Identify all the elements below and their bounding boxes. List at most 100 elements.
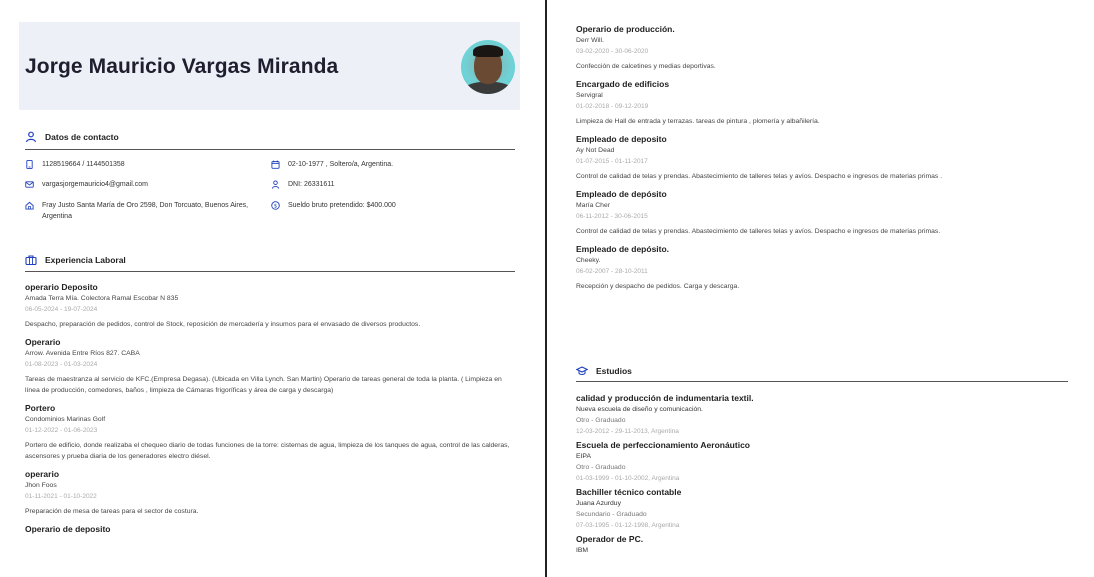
experience-section-title: Experiencia Laboral [25, 254, 126, 266]
job-title: operario [25, 469, 60, 479]
job-dates: 01-07-2015 - 01-11-2017 [576, 158, 648, 165]
study-level: Secundario - Graduado [576, 511, 647, 518]
study-school: Juana Azurduy [576, 500, 621, 507]
job-company: Condominios Marinas Golf [25, 416, 106, 423]
study-school: EIPA [576, 453, 591, 460]
experience-item: Encargado de edificios Servigral 01-02-2… [576, 78, 1076, 127]
resume-header: Jorge Mauricio Vargas Miranda [19, 22, 520, 110]
job-dates: 01-11-2021 - 01-10-2022 [25, 493, 97, 500]
birth-text: 02-10-1977 , Soltero/a, Argentina. [288, 161, 394, 168]
graduation-cap-icon [576, 366, 588, 375]
job-dates: 01-12-2022 - 01-06-2023 [25, 427, 98, 434]
contact-section-title: Datos de contacto [25, 131, 119, 143]
contact-email: vargasjorgemauricio4@gmail.com [25, 179, 255, 190]
experience-item: Operario de deposito [25, 523, 510, 535]
address-text: Fray Justo Santa María de Oro 2598, Don … [42, 202, 249, 220]
contact-dni: DNI: 26331611 [271, 179, 511, 190]
job-title: Empleado de deposito [576, 134, 667, 144]
job-dates: 06-11-2012 - 30-06-2015 [576, 213, 648, 220]
job-description: Control de calidad de telas y prendas. A… [576, 228, 941, 235]
salary-text: Sueldo bruto pretendido: $400.000 [288, 202, 396, 209]
person-icon [271, 180, 280, 189]
experience-list-left: operario Deposito Amada Terra Mía. Colec… [25, 281, 510, 541]
job-title: Empleado de depósito [576, 189, 667, 199]
money-icon: $ [271, 201, 280, 210]
education-item: calidad y producción de indumentaria tex… [576, 392, 1076, 437]
section-divider [25, 271, 515, 272]
home-icon [25, 201, 34, 210]
experience-item: operario Deposito Amada Terra Mía. Colec… [25, 281, 510, 330]
experience-list-right: Operario de producción. Derr Will. 03-02… [576, 23, 1076, 298]
job-description: Confección de calcetines y medias deport… [576, 63, 716, 70]
contact-birth: 02-10-1977 , Soltero/a, Argentina. [271, 159, 511, 170]
study-dates: 07-03-1995 - 01-12-1998, Argentina [576, 522, 680, 529]
resume-page-left: Jorge Mauricio Vargas Miranda Datos de c… [0, 0, 545, 577]
job-title: Empleado de depósito. [576, 244, 670, 254]
job-description: Limpieza de Hall de entrada y terrazas. … [576, 118, 820, 125]
briefcase-icon [25, 255, 37, 266]
job-dates: 06-02-2007 - 28-10-2011 [576, 268, 648, 275]
experience-item: operario Jhon Foos 01-11-2021 - 01-10-20… [25, 468, 510, 517]
calendar-icon [271, 160, 280, 169]
mail-icon [25, 181, 34, 188]
study-level: Otro - Graduado [576, 417, 626, 424]
section-divider [576, 381, 1068, 382]
study-title: Bachiller técnico contable [576, 487, 682, 497]
experience-item: Operario de producción. Derr Will. 03-02… [576, 23, 1076, 72]
study-dates: 12-03-2012 - 29-11-2013, Argentina [576, 428, 679, 435]
job-company: Amada Terra Mía. Colectora Ramal Escobar… [25, 295, 179, 302]
svg-text:$: $ [274, 203, 277, 209]
resume-page-right: Operario de producción. Derr Will. 03-02… [547, 0, 1094, 577]
education-item: Bachiller técnico contable Juana Azurduy… [576, 486, 1076, 531]
experience-title-label: Experiencia Laboral [45, 255, 126, 265]
education-item: Escuela de perfeccionamiento Aeronáutico… [576, 439, 1076, 484]
job-company: María Cher [576, 202, 610, 209]
education-list: calidad y producción de indumentaria tex… [576, 392, 1076, 558]
experience-item: Empleado de depósito María Cher 06-11-20… [576, 188, 1076, 237]
job-title: Operario de producción. [576, 24, 675, 34]
job-title: Portero [25, 403, 56, 413]
job-title: Operario [25, 337, 61, 347]
dni-text: DNI: 26331611 [288, 181, 335, 188]
study-dates: 01-03-1999 - 01-10-2002, Argentina [576, 475, 680, 482]
job-company: Servigral [576, 92, 603, 99]
job-title: operario Deposito [25, 282, 98, 292]
job-description: Preparación de mesa de tareas para el se… [25, 508, 199, 515]
job-company: Arrow. Avenida Entre Ríos 827. CABA [25, 350, 140, 357]
email-text: vargasjorgemauricio4@gmail.com [42, 181, 148, 188]
study-title: calidad y producción de indumentaria tex… [576, 393, 754, 403]
phone-text: 1128519664 / 1144501358 [42, 161, 125, 168]
job-company: Ay Not Dead [576, 147, 615, 154]
job-description: Tareas de maestranza al servicio de KFC.… [25, 376, 502, 394]
job-title: Operario de deposito [25, 524, 111, 534]
experience-item: Portero Condominios Marinas Golf 01-12-2… [25, 402, 510, 462]
job-company: Jhon Foos [25, 482, 57, 489]
contact-phone: 1128519664 / 1144501358 [25, 159, 255, 170]
education-item: Operador de PC. IBM [576, 533, 1076, 556]
study-title: Escuela de perfeccionamiento Aeronáutico [576, 440, 750, 450]
job-title: Encargado de edificios [576, 79, 670, 89]
experience-item: Operario Arrow. Avenida Entre Ríos 827. … [25, 336, 510, 396]
job-company: Cheeky. [576, 257, 601, 264]
education-section-title: Estudios [576, 365, 632, 377]
job-dates: 01-08-2023 - 01-03-2024 [25, 361, 98, 368]
job-dates: 06-05-2024 - 19-07-2024 [25, 306, 98, 313]
section-divider [25, 149, 515, 150]
job-description: Portero de edificio, donde realizaba el … [25, 442, 510, 460]
job-description: Despacho, preparación de pedidos, contro… [25, 321, 421, 328]
study-level: Otro - Graduado [576, 464, 626, 471]
job-company: Derr Will. [576, 37, 604, 44]
study-school: IBM [576, 547, 589, 554]
experience-item: Empleado de deposito Ay Not Dead 01-07-2… [576, 133, 1076, 182]
experience-item: Empleado de depósito. Cheeky. 06-02-2007… [576, 243, 1076, 292]
phone-icon [26, 160, 33, 169]
job-description: Recepción y despacho de pedidos. Carga y… [576, 283, 740, 290]
job-dates: 03-02-2020 - 30-06-2020 [576, 48, 649, 55]
study-title: Operador de PC. [576, 534, 644, 544]
job-dates: 01-02-2018 - 09-12-2019 [576, 103, 649, 110]
contact-title-label: Datos de contacto [45, 132, 119, 142]
candidate-name: Jorge Mauricio Vargas Miranda [25, 55, 339, 78]
job-description: Control de calidad de telas y prendas. A… [576, 173, 943, 180]
avatar [461, 40, 515, 94]
user-icon [25, 131, 37, 143]
